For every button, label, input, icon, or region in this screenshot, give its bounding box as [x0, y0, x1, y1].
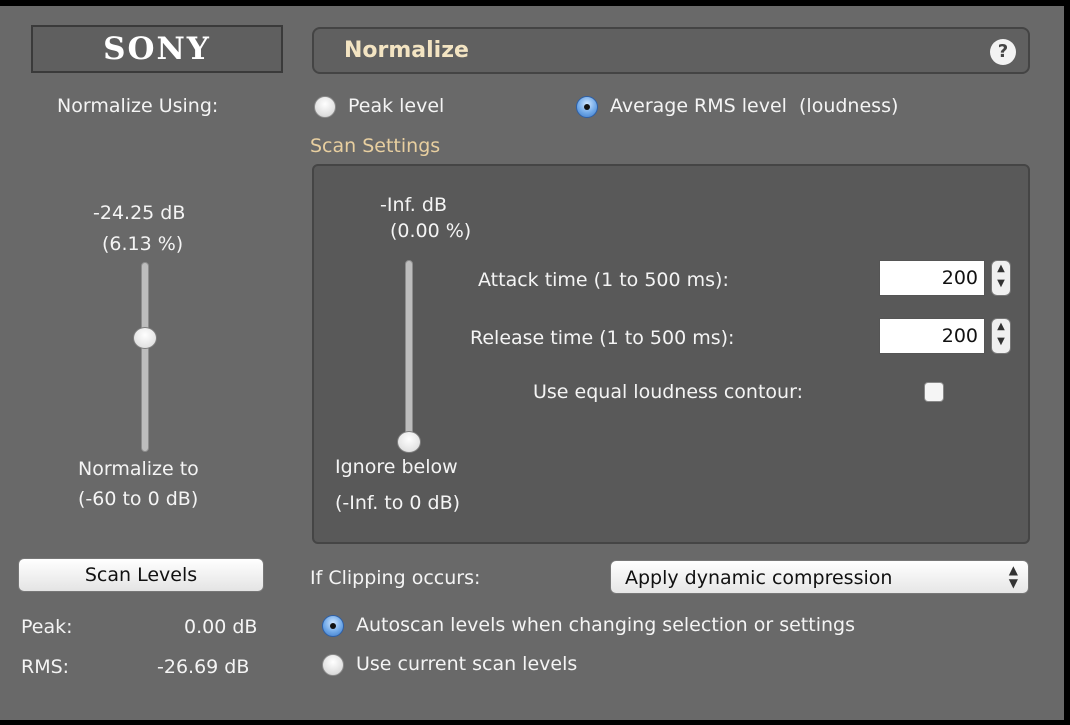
ignore-slider-track[interactable] — [405, 260, 413, 442]
attack-time-stepper[interactable]: ▲ ▼ — [991, 260, 1011, 296]
sony-logo: SONY — [31, 25, 283, 73]
help-icon[interactable]: ? — [990, 39, 1016, 65]
current-scan-levels-radio[interactable] — [322, 654, 344, 676]
ignore-below-label: Ignore below — [335, 456, 458, 478]
average-rms-radio[interactable] — [576, 96, 598, 118]
ignore-percent-readout: (0.00 %) — [390, 220, 472, 242]
release-time-stepper[interactable]: ▲ ▼ — [991, 318, 1011, 354]
normalize-slider-thumb[interactable] — [133, 327, 157, 349]
scan-levels-button[interactable]: Scan Levels — [18, 558, 264, 592]
attack-time-input[interactable]: 200 — [879, 260, 985, 296]
logo-text: SONY — [103, 31, 211, 67]
dropdown-arrows-icon: ▲ ▼ — [1008, 563, 1018, 590]
normalize-percent-readout: (6.13 %) — [102, 233, 184, 255]
rms-value: -26.69 dB — [157, 656, 250, 678]
title-bar: Normalize ? — [312, 27, 1030, 74]
release-time-label: Release time (1 to 500 ms): — [470, 327, 735, 349]
normalize-db-readout: -24.25 dB — [93, 202, 186, 224]
clipping-label: If Clipping occurs: — [310, 567, 481, 589]
average-rms-label[interactable]: Average RMS level (loudness) — [610, 95, 898, 117]
peak-value: 0.00 dB — [184, 616, 258, 638]
normalize-using-label: Normalize Using: — [57, 95, 219, 117]
clipping-dropdown-value: Apply dynamic compression — [625, 567, 893, 589]
normalize-slider-track[interactable] — [141, 262, 149, 452]
equal-loudness-label: Use equal loudness contour: — [533, 381, 803, 403]
scan-settings-label: Scan Settings — [310, 135, 441, 157]
ignore-slider-thumb[interactable] — [397, 431, 421, 453]
plugin-title: Normalize — [344, 38, 469, 63]
clipping-dropdown[interactable]: Apply dynamic compression ▲ ▼ — [610, 560, 1029, 594]
normalize-range-label: (-60 to 0 dB) — [78, 488, 199, 510]
autoscan-label[interactable]: Autoscan levels when changing selection … — [356, 614, 855, 636]
rms-label: RMS: — [21, 656, 70, 678]
ignore-db-readout: -Inf. dB — [380, 194, 447, 216]
normalize-to-label: Normalize to — [78, 458, 199, 480]
attack-time-label: Attack time (1 to 500 ms): — [478, 269, 729, 291]
release-time-input[interactable]: 200 — [879, 318, 985, 354]
peak-label: Peak: — [21, 616, 73, 638]
ignore-range-label: (-Inf. to 0 dB) — [335, 492, 461, 514]
autoscan-radio[interactable] — [322, 615, 344, 637]
peak-level-label[interactable]: Peak level — [348, 95, 444, 117]
current-scan-levels-label[interactable]: Use current scan levels — [356, 653, 577, 675]
peak-level-radio[interactable] — [314, 96, 336, 118]
equal-loudness-checkbox[interactable] — [924, 382, 944, 402]
